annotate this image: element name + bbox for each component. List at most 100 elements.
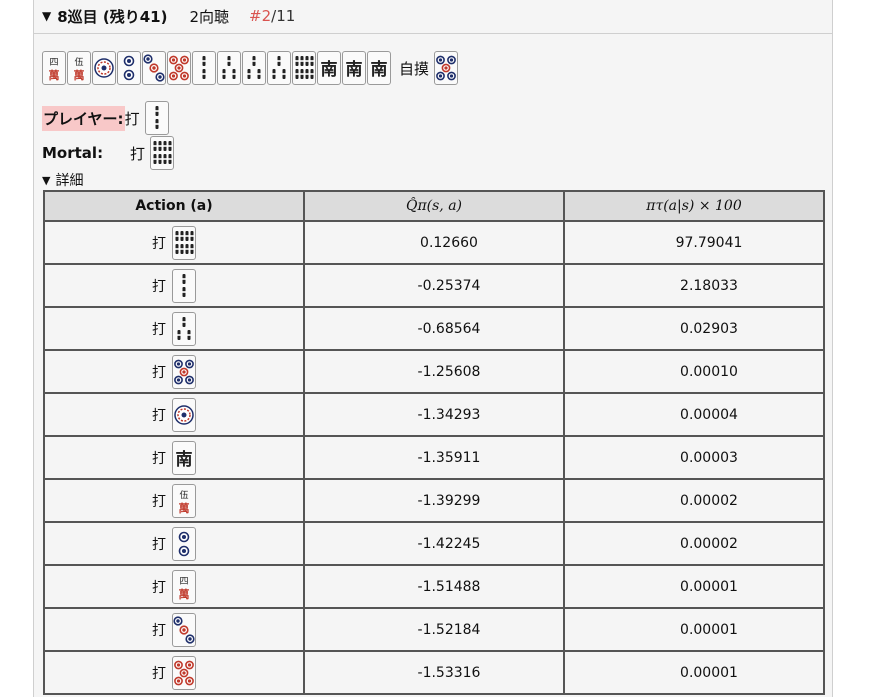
5m-red-tile: 伍萬 [67,51,91,85]
action-verb: 打 [152,278,166,295]
col-policy-header: πτ(a|s) × 100 [563,190,825,222]
mortal-label: Mortal: [42,144,104,162]
table-body: 打 0.12660 97.79041 打 -0.25374 2.18033 打 -0.6856… [43,220,825,695]
svg-text:萬: 萬 [49,68,60,82]
8s-tile [172,225,196,260]
expand-triangle-icon[interactable]: ▼ [42,9,51,23]
action-cell: 打 [43,349,305,394]
action-verb: 打 [152,364,166,381]
col-q-header: Q̂π(s, a) [303,190,565,222]
policy-cell: 0.00001 [563,564,825,609]
details-toggle[interactable]: ▼ 詳細 [42,170,83,190]
table-row: 打 -1.52184 0.00001 [43,607,825,652]
q-value-cell: -1.35911 [303,435,565,480]
south-tile: 南 [317,51,341,85]
action-verb: 打 [152,407,166,424]
table-row: 打南 -1.35911 0.00003 [43,435,825,480]
south-tile: 南 [367,51,391,85]
hand-row: 四萬伍萬南南南 自摸 [42,50,459,86]
policy-cell: 0.02903 [563,306,825,351]
player-label: プレイヤー: [42,105,125,131]
south-tile: 南 [342,51,366,85]
table-row: 打 -1.42245 0.00002 [43,521,825,566]
3p-tile [142,51,166,85]
table-row: 打 -0.25374 2.18033 [43,263,825,308]
policy-cell: 0.00001 [563,607,825,652]
mortal-verb: 打 [130,144,146,163]
south-tile: 南 [172,440,196,475]
q-value-cell: 0.12660 [303,220,565,265]
policy-cell: 0.00001 [563,650,825,695]
action-cell: 打 [43,306,305,351]
shanten-count: 2向聴 [189,7,230,26]
action-verb: 打 [152,450,166,467]
decision-index: #2 [249,7,272,25]
svg-text:萬: 萬 [179,501,190,515]
q-value-cell: -1.53316 [303,650,565,695]
action-cell: 打伍萬 [43,478,305,523]
8s-tile [150,136,175,170]
policy-cell: 97.79041 [563,220,825,265]
policy-cell: 0.00002 [563,521,825,566]
q-value-cell: -1.25608 [303,349,565,394]
policy-cell: 0.00004 [563,392,825,437]
5p-tile [172,354,196,389]
svg-text:伍: 伍 [74,57,83,68]
table-row: 打伍萬 -1.39299 0.00002 [43,478,825,523]
hand-tiles: 四萬伍萬南南南 [42,51,392,85]
3s-tile [242,51,266,85]
5p-red-tile [172,655,196,690]
3s-tile [267,51,291,85]
svg-text:南: 南 [371,59,388,80]
svg-text:伍: 伍 [179,490,188,501]
svg-text:南: 南 [346,59,363,80]
svg-text:萬: 萬 [179,587,190,601]
table-header-row: Action (a) Q̂π(s, a) πτ(a|s) × 100 [43,190,825,222]
action-cell: 打南 [43,435,305,480]
3s-tile [172,311,196,346]
svg-text:四: 四 [179,577,188,587]
policy-cell: 0.00002 [563,478,825,523]
q-value-cell: -1.52184 [303,607,565,652]
policy-cell: 0.00010 [563,349,825,394]
action-cell: 打 [43,650,305,695]
3s-tile [217,51,241,85]
5p-tile [434,51,459,85]
draw-label: 自摸 [399,59,430,78]
1p-tile [172,397,196,432]
action-verb: 打 [152,235,166,252]
action-verb: 打 [152,536,166,553]
q-value-cell: -1.42245 [303,521,565,566]
player-tile-slot [144,101,169,135]
2p-tile [172,526,196,561]
col-action-header: Action (a) [43,190,305,222]
table-row: 打 -1.25608 0.00010 [43,349,825,394]
svg-text:南: 南 [321,59,338,80]
q-value-cell: -1.39299 [303,478,565,523]
q-value-cell: -0.25374 [303,263,565,308]
5m-red-tile: 伍萬 [172,483,196,518]
3p-tile [172,612,196,647]
table-row: 打 0.12660 97.79041 [43,220,825,265]
action-verb: 打 [152,622,166,639]
q-value-cell: -1.34293 [303,392,565,437]
q-value-cell: -0.68564 [303,306,565,351]
table-row: 打 -1.53316 0.00001 [43,650,825,695]
1p-tile [92,51,116,85]
action-verb: 打 [152,665,166,682]
svg-text:萬: 萬 [74,68,85,82]
8s-tile [292,51,316,85]
4m-tile: 四萬 [172,569,196,604]
details-triangle-icon[interactable]: ▼ [42,174,50,187]
5p-red-tile [167,51,191,85]
drawn-tile-slot [434,51,459,85]
round-summary[interactable]: ▼ 8巡目 (残り41) 2向聴 #2/11 [42,5,295,27]
2s-tile [172,268,196,303]
action-verb: 打 [152,493,166,510]
action-table: Action (a) Q̂π(s, a) πτ(a|s) × 100 打 0.12… [43,190,825,695]
q-value-cell: -1.51488 [303,564,565,609]
action-cell: 打 [43,521,305,566]
action-cell: 打 [43,220,305,265]
table-row: 打 -1.34293 0.00004 [43,392,825,437]
action-verb: 打 [152,579,166,596]
